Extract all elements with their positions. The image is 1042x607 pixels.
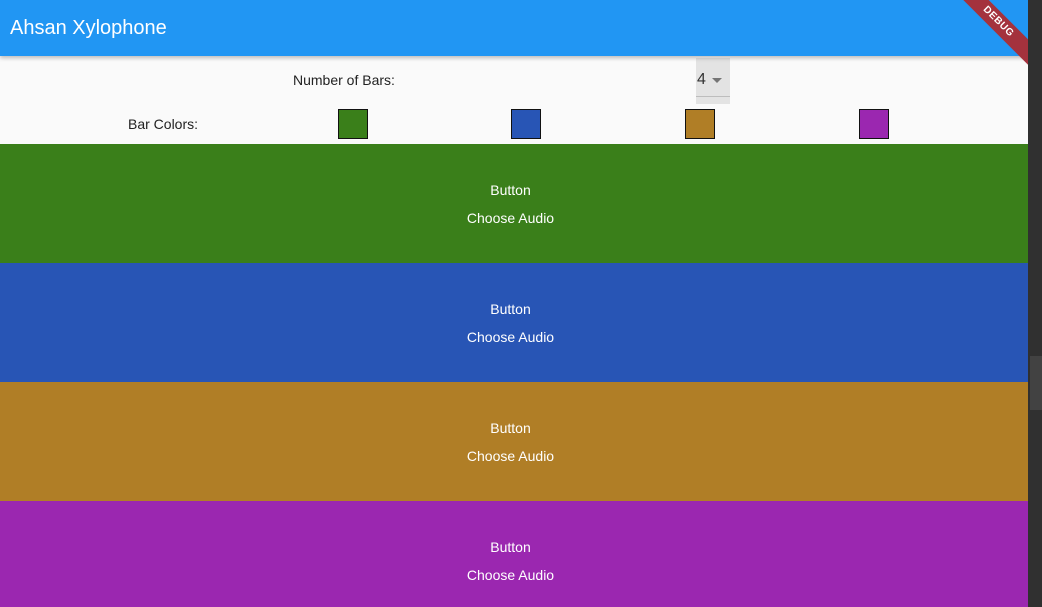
app-window: Ahsan Xylophone DEBUG Number of Bars: 4 … <box>0 0 1028 607</box>
bar-colors-label: Bar Colors: <box>128 116 199 132</box>
choose-audio-button[interactable]: Choose Audio <box>0 210 1021 226</box>
bar-button-label: Button <box>490 539 531 555</box>
xylophone-bar-3[interactable]: Button Choose Audio <box>0 382 1028 501</box>
scrollbar-thumb[interactable] <box>1030 356 1042 410</box>
dropdown-arrow-icon <box>712 78 722 83</box>
choose-audio-button[interactable]: Choose Audio <box>0 448 1021 464</box>
bar-button-label: Button <box>490 301 531 317</box>
scrollbar-track[interactable] <box>1028 0 1042 607</box>
color-swatch-2[interactable] <box>511 109 541 139</box>
xylophone-bar-4[interactable]: Button Choose Audio <box>0 501 1028 607</box>
bar-button-label: Button <box>490 420 531 436</box>
bar-button-label: Button <box>490 182 531 198</box>
xylophone-bar-1[interactable]: Button Choose Audio <box>0 144 1028 263</box>
app-bar: Ahsan Xylophone <box>0 0 1028 56</box>
color-swatch-4[interactable] <box>859 109 889 139</box>
color-swatch-3[interactable] <box>685 109 715 139</box>
xylophone-bar-2[interactable]: Button Choose Audio <box>0 263 1028 382</box>
color-swatch-1[interactable] <box>338 109 368 139</box>
bar-count-dropdown[interactable]: 4 <box>696 58 730 104</box>
choose-audio-button[interactable]: Choose Audio <box>0 567 1021 583</box>
choose-audio-button[interactable]: Choose Audio <box>0 329 1021 345</box>
app-title: Ahsan Xylophone <box>10 17 167 39</box>
dropdown-underline <box>696 96 730 97</box>
bar-count-value: 4 <box>697 71 706 88</box>
bar-count-label: Number of Bars: <box>293 72 395 88</box>
